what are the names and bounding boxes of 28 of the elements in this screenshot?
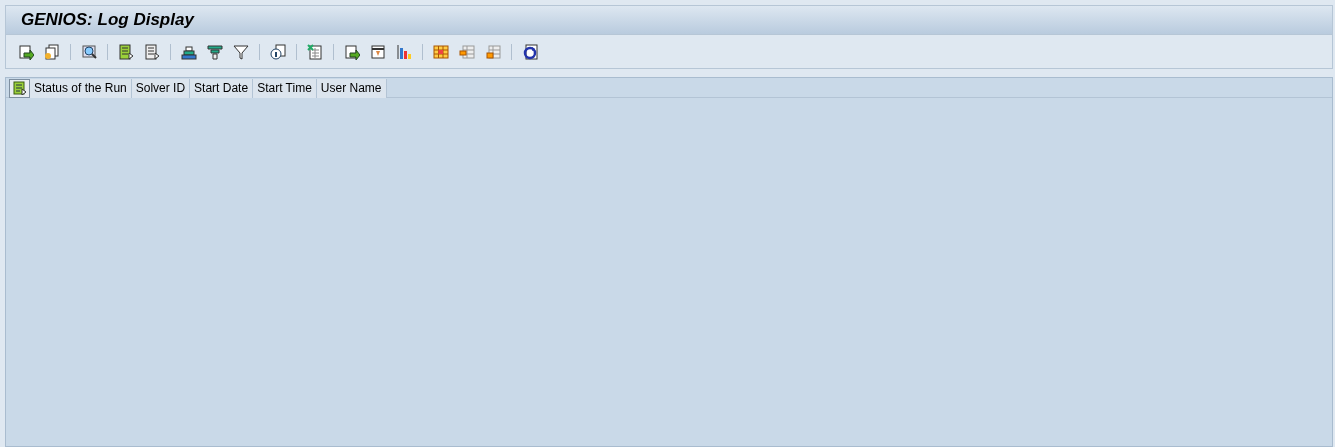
list-icon bbox=[12, 81, 27, 95]
copy-icon bbox=[44, 43, 60, 60]
grid-icon bbox=[433, 43, 449, 60]
copy-button[interactable] bbox=[42, 41, 62, 62]
spreadsheet-icon bbox=[307, 43, 323, 60]
grid-icon bbox=[459, 43, 475, 60]
column-header[interactable]: Start Date bbox=[190, 78, 254, 98]
column-header[interactable]: Start Time bbox=[253, 78, 317, 98]
info-icon bbox=[270, 43, 286, 60]
document-icon bbox=[144, 43, 160, 60]
column-header[interactable]: Solver ID bbox=[131, 78, 191, 98]
spreadsheet-button[interactable] bbox=[305, 41, 325, 62]
document-button[interactable] bbox=[116, 41, 136, 62]
column-header[interactable]: User Name bbox=[316, 78, 387, 98]
document-button[interactable] bbox=[142, 41, 162, 62]
bar-chart-icon bbox=[396, 43, 412, 60]
layout-button[interactable] bbox=[9, 78, 30, 98]
window-title: GENIOS: Log Display bbox=[21, 9, 194, 32]
filter-icon bbox=[207, 43, 223, 60]
search-icon bbox=[81, 43, 97, 60]
grid-icon bbox=[485, 43, 501, 60]
export-icon bbox=[344, 43, 360, 60]
filter-icon bbox=[233, 43, 249, 60]
document-icon bbox=[118, 43, 134, 60]
column-header[interactable]: Status of the Run bbox=[30, 78, 132, 98]
sort-icon bbox=[181, 43, 197, 60]
export-icon bbox=[18, 43, 34, 60]
info-button[interactable] bbox=[268, 41, 288, 62]
